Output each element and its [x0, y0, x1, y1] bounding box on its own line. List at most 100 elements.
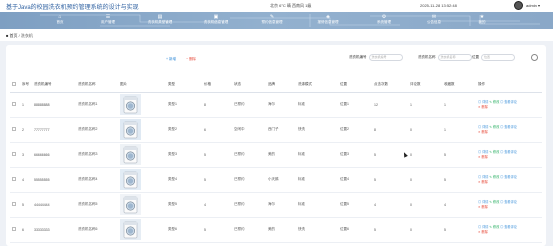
view-button[interactable]: ◎ 详情: [478, 100, 488, 104]
row-checkbox-cell[interactable]: [10, 192, 20, 218]
filter-name: 洗衣机名称 洗衣机名称: [418, 54, 472, 61]
edit-button[interactable]: ✎ 修改: [489, 150, 499, 154]
delete-button[interactable]: − 删除: [186, 57, 196, 62]
filter-code: 洗衣机编号 洗衣机编号: [349, 54, 403, 61]
cell-comments: 1: [408, 92, 442, 118]
delete-row-button[interactable]: ✕ 删除: [478, 130, 488, 134]
search-icon[interactable]: [531, 54, 538, 61]
delete-row-button[interactable]: ✕ 删除: [478, 180, 488, 184]
edit-button[interactable]: ✎ 修改: [489, 175, 499, 179]
cell-loc: 位置3: [338, 142, 372, 168]
comments-button[interactable]: ◎ 查看评论: [500, 150, 517, 154]
cell-name: 洗衣机名称3: [76, 142, 118, 168]
delete-row-button[interactable]: ✕ 删除: [478, 205, 488, 209]
table-row[interactable]: 1 88888888 洗衣机名称1 类型1 8 已预约 海尔 标准 位置1 12 1 1 ◎ 详情 …: [10, 92, 542, 118]
cell-code: 44444444: [32, 192, 76, 218]
user-menu[interactable]: admin ▾: [514, 1, 540, 10]
cell-idx: 1: [20, 92, 32, 118]
view-button[interactable]: ◎ 详情: [478, 200, 488, 204]
row-checkbox[interactable]: [12, 152, 16, 156]
edit-button[interactable]: ✎ 修改: [489, 225, 499, 229]
row-checkbox-cell[interactable]: [10, 217, 20, 243]
washer-image: [120, 144, 141, 165]
cell-brand: 海尔: [266, 192, 296, 218]
row-checkbox-cell[interactable]: [10, 92, 20, 118]
row-checkbox[interactable]: [12, 102, 16, 106]
filter-location-input[interactable]: 位置: [481, 54, 515, 61]
view-button[interactable]: ◎ 详情: [478, 175, 488, 179]
comments-button[interactable]: ◎ 查看评论: [500, 125, 517, 129]
select-all-checkbox[interactable]: [12, 82, 16, 87]
avatar[interactable]: [514, 1, 523, 10]
row-checkbox[interactable]: [12, 127, 16, 131]
column-header: 图片: [118, 78, 166, 93]
nav-item-2[interactable]: ▤ 洗衣机类型管理: [130, 14, 190, 25]
column-header: 洗涤模式: [296, 78, 338, 93]
nav-item-5[interactable]: ◈ 报修信息管理: [298, 14, 358, 25]
filter-code-input[interactable]: 洗衣机编号: [368, 54, 403, 61]
cell-mode: 标准: [296, 192, 338, 218]
row-checkbox[interactable]: [12, 177, 16, 181]
row-checkbox-cell[interactable]: [10, 142, 20, 168]
edit-button[interactable]: ✎ 修改: [489, 100, 499, 104]
cell-price: 5: [202, 167, 232, 193]
comments-button[interactable]: ◎ 查看评论: [500, 100, 517, 104]
breadcrumb-bar: ■ 首页 / 洗衣机: [0, 29, 553, 41]
nav-item-1[interactable]: ☰ 用户管理: [78, 14, 138, 25]
comments-button[interactable]: ◎ 查看评论: [500, 200, 517, 204]
comments-button[interactable]: ◎ 查看评论: [500, 175, 517, 179]
column-header[interactable]: [10, 78, 20, 93]
cell-type: 类型1: [166, 92, 202, 118]
edit-button[interactable]: ✎ 修改: [489, 125, 499, 129]
delete-row-button[interactable]: ✕ 删除: [478, 105, 488, 109]
delete-row-button[interactable]: ✕ 删除: [478, 155, 488, 159]
nav-item-3[interactable]: ▣ 洗衣机信息管理: [186, 14, 246, 25]
column-header: 评论数: [408, 78, 442, 93]
cell-mode: 标准: [296, 142, 338, 168]
table-row[interactable]: 2 77777777 洗衣机名称2 类型2 6 空闲中 西门子 快洗 位置2 8 0 1 ◎ 详情 …: [10, 117, 542, 143]
breadcrumb-current: 洗衣机: [20, 33, 33, 38]
ops-cell: ◎ 详情 ✎ 修改 ◎ 查看评论 ✕ 删除: [476, 217, 542, 243]
view-button[interactable]: ◎ 详情: [478, 150, 488, 154]
cell-clicks: 8: [372, 117, 408, 143]
edit-button[interactable]: ✎ 修改: [489, 200, 499, 204]
cell-status: 空闲中: [232, 117, 266, 143]
delete-row-button[interactable]: ✕ 删除: [478, 230, 488, 234]
table-row[interactable]: 6 33333333 洗衣机名称6 类型6 5 已预约 美的 快洗 位置6 5 0 5 ◎ 详情 ✎…: [10, 217, 542, 243]
column-header: 洗衣机名称: [76, 78, 118, 93]
cell-name: 洗衣机名称5: [76, 192, 118, 218]
row-checkbox[interactable]: [12, 202, 16, 206]
cell-brand: 西门子: [266, 117, 296, 143]
cell-favs: 5: [442, 217, 476, 243]
nav-item-4[interactable]: ✎ 预约信息管理: [242, 14, 302, 25]
cell-status: 已预约: [232, 192, 266, 218]
table-row[interactable]: 3 66666666 洗衣机名称3 类型3 5 已预约 美的 标准 位置3 5 0 5 ◎ 详情 ✎…: [10, 142, 542, 168]
user-name[interactable]: admin ▾: [526, 3, 540, 8]
cell-comments: 0: [408, 167, 442, 193]
cell-price: 6: [202, 117, 232, 143]
row-checkbox-cell[interactable]: [10, 117, 20, 143]
comments-button[interactable]: ◎ 查看评论: [500, 225, 517, 229]
app-title: 基于Java的校园洗衣机预约管理系统的设计与实现: [6, 5, 139, 11]
row-checkbox[interactable]: [12, 227, 16, 231]
row-checkbox-cell[interactable]: [10, 167, 20, 193]
ops-cell: ◎ 详情 ✎ 修改 ◎ 查看评论 ✕ 删除: [476, 192, 542, 218]
filter-name-label: 洗衣机名称: [418, 55, 436, 59]
nav-item-8[interactable]: ★ 我的: [452, 14, 512, 25]
clock: 2025-11-28 13:52:48: [420, 3, 457, 8]
add-button[interactable]: + 新增: [166, 57, 176, 62]
table-row[interactable]: 5 44444444 洗衣机名称5 类型5 4 已预约 海尔 标准 位置5 4 0 4 ◎ 详情 ✎…: [10, 192, 542, 218]
ops-cell: ◎ 详情 ✎ 修改 ◎ 查看评论 ✕ 删除: [476, 167, 542, 193]
view-button[interactable]: ◎ 详情: [478, 225, 488, 229]
table-row[interactable]: 4 55555555 洗衣机名称4 类型4 5 已预约 小天鹅 标准 位置4 5 0 5 ◎ 详情 …: [10, 167, 542, 193]
cell-code: 77777777: [32, 117, 76, 143]
filter-name-input[interactable]: 洗衣机名称: [437, 54, 472, 61]
breadcrumb-home[interactable]: ■ 首页: [6, 33, 18, 38]
table-header-row: 序号 洗衣机编号 洗衣机名称 图片 类型 价格 状态 品牌 洗涤模式 位置 点击次数 评论数 收藏数 操作: [10, 78, 542, 93]
view-button[interactable]: ◎ 详情: [478, 125, 488, 129]
image-cell: [118, 217, 166, 243]
cell-brand: 美的: [266, 142, 296, 168]
column-header: 价格: [202, 78, 232, 93]
main-nav: ⌂ 首页 ☰ 用户管理 ▤ 洗衣机类型管理 ▣ 洗衣机信息管理 ✎ 预约信息管理 ◈ 报修信息管理 ⚙ 系…: [0, 12, 553, 29]
cell-comments: 0: [408, 117, 442, 143]
